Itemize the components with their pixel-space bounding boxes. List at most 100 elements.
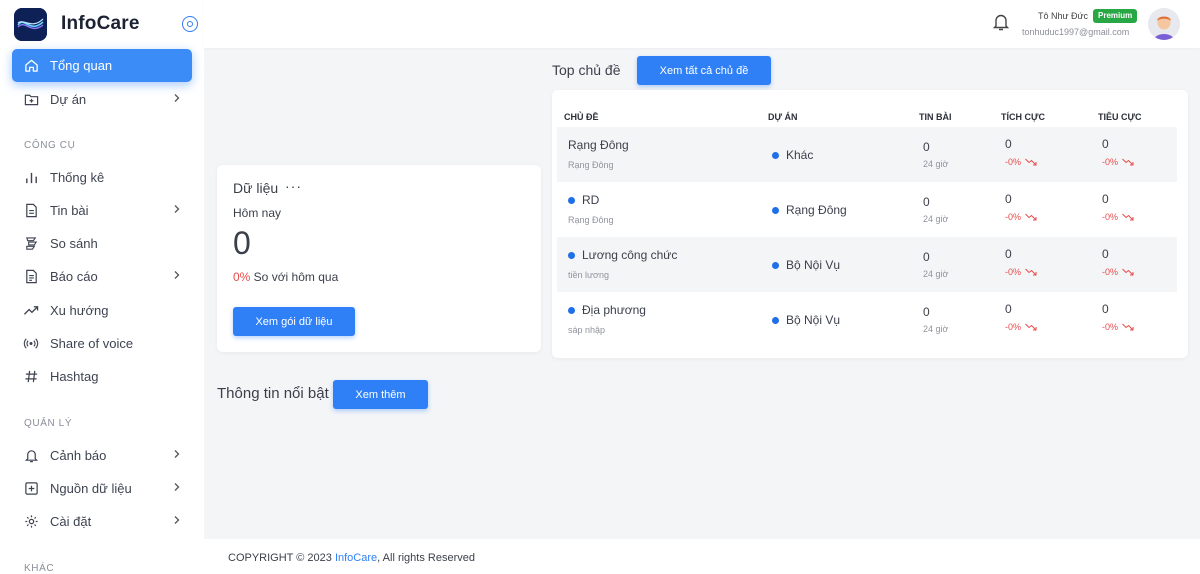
project-dot-icon bbox=[772, 151, 779, 159]
view-data-plan-button[interactable]: Xem gói dữ liệu bbox=[233, 307, 355, 336]
document-icon bbox=[23, 203, 39, 219]
sidebar-item-settings[interactable]: Cài đặt bbox=[12, 505, 192, 538]
column-header-negative: TIÊU CỰC bbox=[1098, 112, 1142, 122]
chevron-right-icon bbox=[174, 483, 180, 491]
table-row[interactable]: Địa phương sáp nhập Bộ Nội Vụ 0 24 giờ 0… bbox=[557, 292, 1177, 347]
sidebar-item-alerts[interactable]: Cảnh báo bbox=[12, 439, 192, 472]
table-row[interactable]: Lương công chức tiền lương Bộ Nội Vụ 0 2… bbox=[557, 237, 1177, 292]
footer-brand-link[interactable]: InfoCare bbox=[335, 552, 377, 564]
column-header-project: DỰ ÁN bbox=[768, 112, 798, 122]
sidebar-item-label: Cài đặt bbox=[50, 514, 92, 529]
more-options-icon[interactable]: ··· bbox=[285, 178, 302, 194]
sidebar-item-label: Cảnh báo bbox=[50, 448, 107, 463]
sidebar-item-label: Báo cáo bbox=[50, 269, 98, 284]
topic-negative-change: -0% bbox=[1102, 322, 1134, 332]
topic-positive-change: -0% bbox=[1005, 157, 1037, 167]
top-topics-title: Top chủ đề bbox=[552, 62, 621, 78]
trending-up-icon bbox=[23, 303, 39, 319]
highlights-title: Thông tin nổi bật bbox=[217, 385, 329, 402]
table-row[interactable]: Rạng Đông Rạng Đông Khác 0 24 giờ 0 -0% … bbox=[557, 127, 1177, 182]
sidebar-item-projects[interactable]: Dự án bbox=[12, 83, 192, 116]
chevron-right-icon bbox=[174, 450, 180, 458]
brand[interactable]: InfoCare bbox=[14, 6, 200, 42]
topic-name: Địa phương bbox=[568, 303, 646, 317]
home-icon bbox=[23, 58, 39, 74]
topic-name: RD bbox=[568, 193, 599, 207]
data-change-text: So với hôm qua bbox=[250, 270, 339, 284]
table-row[interactable]: RD Rạng Đông Rạng Đông 0 24 giờ 0 -0% 0 … bbox=[557, 182, 1177, 237]
infocare-logo-icon bbox=[14, 7, 47, 41]
topic-negative: 0 bbox=[1102, 302, 1109, 316]
sidebar-item-label: Xu hướng bbox=[50, 303, 109, 318]
sidebar-item-share-of-voice[interactable]: Share of voice bbox=[12, 327, 192, 360]
topic-positive-change: -0% bbox=[1005, 212, 1037, 222]
sidebar-item-overview[interactable]: Tổng quan bbox=[12, 49, 192, 82]
topic-article-count: 0 bbox=[923, 140, 930, 154]
compare-icon bbox=[23, 236, 39, 252]
project-dot-icon bbox=[772, 316, 779, 324]
footer: COPYRIGHT © 2023 InfoCare, All rights Re… bbox=[204, 539, 1200, 574]
section-title-manage: QUẢN LÝ bbox=[24, 418, 73, 429]
view-more-button[interactable]: Xem thêm bbox=[333, 380, 428, 409]
sidebar-item-label: Tin bài bbox=[50, 203, 89, 218]
data-card-title: Dữ liệu bbox=[233, 180, 279, 196]
topic-keyword: Rạng Đông bbox=[568, 160, 614, 170]
topic-positive: 0 bbox=[1005, 247, 1012, 261]
chevron-right-icon bbox=[174, 271, 180, 279]
sidebar-item-statistics[interactable]: Thống kê bbox=[12, 161, 192, 194]
notification-bell-icon[interactable] bbox=[991, 12, 1011, 32]
report-icon bbox=[23, 269, 39, 285]
chevron-right-icon bbox=[174, 94, 180, 102]
project-dot-icon bbox=[772, 261, 779, 269]
topic-project: Bộ Nội Vụ bbox=[772, 313, 840, 327]
sidebar-toggle-icon[interactable] bbox=[182, 16, 198, 32]
topic-name: Rạng Đông bbox=[568, 138, 629, 152]
topic-keyword: sáp nhập bbox=[568, 325, 606, 335]
sidebar-item-trends[interactable]: Xu hướng bbox=[12, 294, 192, 327]
topic-negative-change: -0% bbox=[1102, 212, 1134, 222]
brand-name: InfoCare bbox=[61, 13, 140, 34]
topic-time-range: 24 giờ bbox=[923, 324, 949, 334]
trending-down-icon bbox=[1025, 268, 1037, 276]
sidebar-item-reports[interactable]: Báo cáo bbox=[12, 260, 192, 293]
plus-square-icon bbox=[23, 481, 39, 497]
avatar[interactable] bbox=[1148, 8, 1180, 40]
sidebar-item-label: Tổng quan bbox=[50, 58, 113, 73]
topic-time-range: 24 giờ bbox=[923, 269, 949, 279]
topic-positive: 0 bbox=[1005, 302, 1012, 316]
trending-down-icon bbox=[1122, 323, 1134, 331]
broadcast-icon bbox=[23, 336, 39, 352]
sidebar-item-hashtag[interactable]: Hashtag bbox=[12, 360, 192, 393]
topic-negative-change: -0% bbox=[1102, 157, 1134, 167]
sidebar-item-compare[interactable]: So sánh bbox=[12, 227, 192, 260]
sidebar-item-label: Share of voice bbox=[50, 336, 134, 351]
sidebar-item-label: Dự án bbox=[50, 92, 87, 107]
topic-positive-change: -0% bbox=[1005, 267, 1037, 277]
topic-article-count: 0 bbox=[923, 305, 930, 319]
chevron-right-icon bbox=[174, 516, 180, 524]
topic-negative: 0 bbox=[1102, 192, 1109, 206]
chevron-right-icon bbox=[174, 205, 180, 213]
sidebar-item-label: Nguồn dữ liệu bbox=[50, 481, 132, 496]
sidebar-item-articles[interactable]: Tin bài bbox=[12, 194, 192, 227]
gear-icon bbox=[23, 514, 39, 530]
top-bar: Tô Như Đức Premium tonhuduc1997@gmail.co… bbox=[204, 0, 1200, 48]
topic-project: Rạng Đông bbox=[772, 203, 847, 217]
column-header-positive: TÍCH CỰC bbox=[1001, 112, 1045, 122]
data-value: 0 bbox=[233, 225, 251, 261]
data-change-pct: 0% bbox=[233, 270, 251, 284]
topic-negative: 0 bbox=[1102, 137, 1109, 151]
premium-badge: Premium bbox=[1093, 9, 1138, 23]
view-all-topics-button[interactable]: Xem tất cả chủ đề bbox=[637, 56, 771, 85]
folder-plus-icon bbox=[23, 92, 39, 108]
topic-dot-icon bbox=[568, 196, 575, 204]
sidebar-item-data-sources[interactable]: Nguồn dữ liệu bbox=[12, 472, 192, 505]
topic-positive: 0 bbox=[1005, 137, 1012, 151]
trending-down-icon bbox=[1025, 213, 1037, 221]
project-dot-icon bbox=[772, 206, 779, 214]
topic-article-count: 0 bbox=[923, 250, 930, 264]
topic-time-range: 24 giờ bbox=[923, 214, 949, 224]
bar-chart-icon bbox=[23, 170, 39, 186]
topic-name: Lương công chức bbox=[568, 248, 677, 262]
topic-project: Khác bbox=[772, 148, 813, 162]
